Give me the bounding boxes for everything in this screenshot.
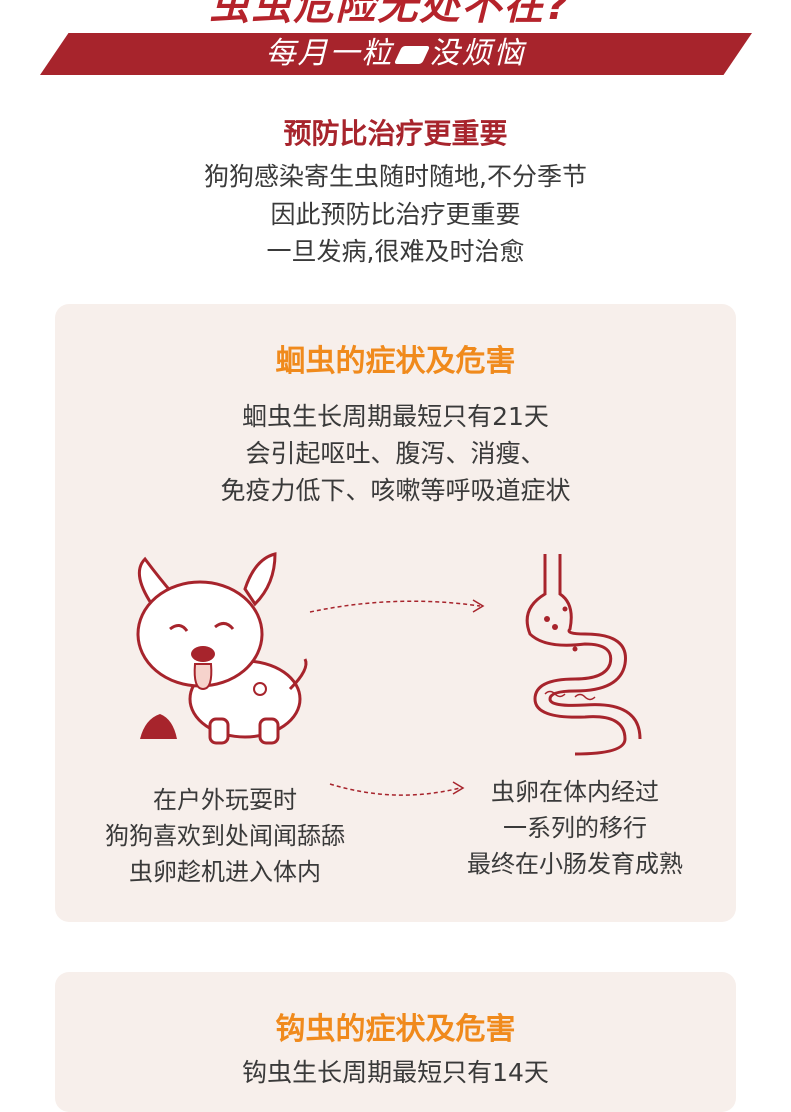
prevention-line: 因此预防比治疗更重要 — [270, 200, 521, 229]
banner-text-left: 每月一粒 — [265, 36, 394, 71]
arrow-icon — [309, 599, 485, 613]
right-caption-line: 虫卵在体内经过 — [491, 778, 659, 806]
hookworm-line: 钩虫生长周期最短只有14天 — [242, 1058, 549, 1087]
banner-text-right: 没烦恼 — [429, 36, 526, 71]
roundworm-line: 免疫力低下、咳嗽等呼吸道症状 — [220, 476, 571, 505]
left-caption-line: 狗狗喜欢到处闻闻舔舔 — [105, 822, 345, 850]
prevention-line: 狗狗感染寄生虫随时随地,不分季节 — [204, 162, 587, 191]
intestine-illustration — [525, 554, 642, 756]
header-banner-text: 每月一粒 没烦恼 — [0, 33, 791, 75]
roundworm-line: 蛔虫生长周期最短只有21天 — [242, 402, 549, 431]
hookworm-title: 钩虫的症状及危害 — [275, 1012, 516, 1047]
dog-illustration — [136, 552, 308, 745]
roundworm-card: 蛔虫的症状及危害 蛔虫生长周期最短只有21天 会引起呕吐、腹泻、消瘦、 免疫力低… — [55, 304, 736, 922]
prevention-title: 预防比治疗更重要 — [283, 117, 508, 150]
pill-icon — [393, 45, 430, 64]
prevention-line: 一旦发病,很难及时治愈 — [266, 237, 525, 266]
roundworm-line: 会引起呕吐、腹泻、消瘦、 — [245, 439, 546, 468]
roundworm-title: 蛔虫的症状及危害 — [275, 344, 516, 379]
header-top-text: 虫虫危险无处不在? — [209, 0, 571, 29]
left-caption: 在户外玩耍时 狗狗喜欢到处闻闻舔舔 虫卵趁机进入体内 — [70, 782, 380, 890]
right-caption-line: 一系列的移行 — [503, 814, 647, 842]
left-caption-line: 在户外玩耍时 — [153, 786, 297, 814]
hookworm-card: 钩虫的症状及危害 钩虫生长周期最短只有14天 — [55, 972, 736, 1112]
right-caption-line: 最终在小肠发育成熟 — [467, 850, 683, 878]
left-caption-line: 虫卵趁机进入体内 — [129, 858, 321, 886]
right-caption: 虫卵在体内经过 一系列的移行 最终在小肠发育成熟 — [420, 774, 730, 882]
